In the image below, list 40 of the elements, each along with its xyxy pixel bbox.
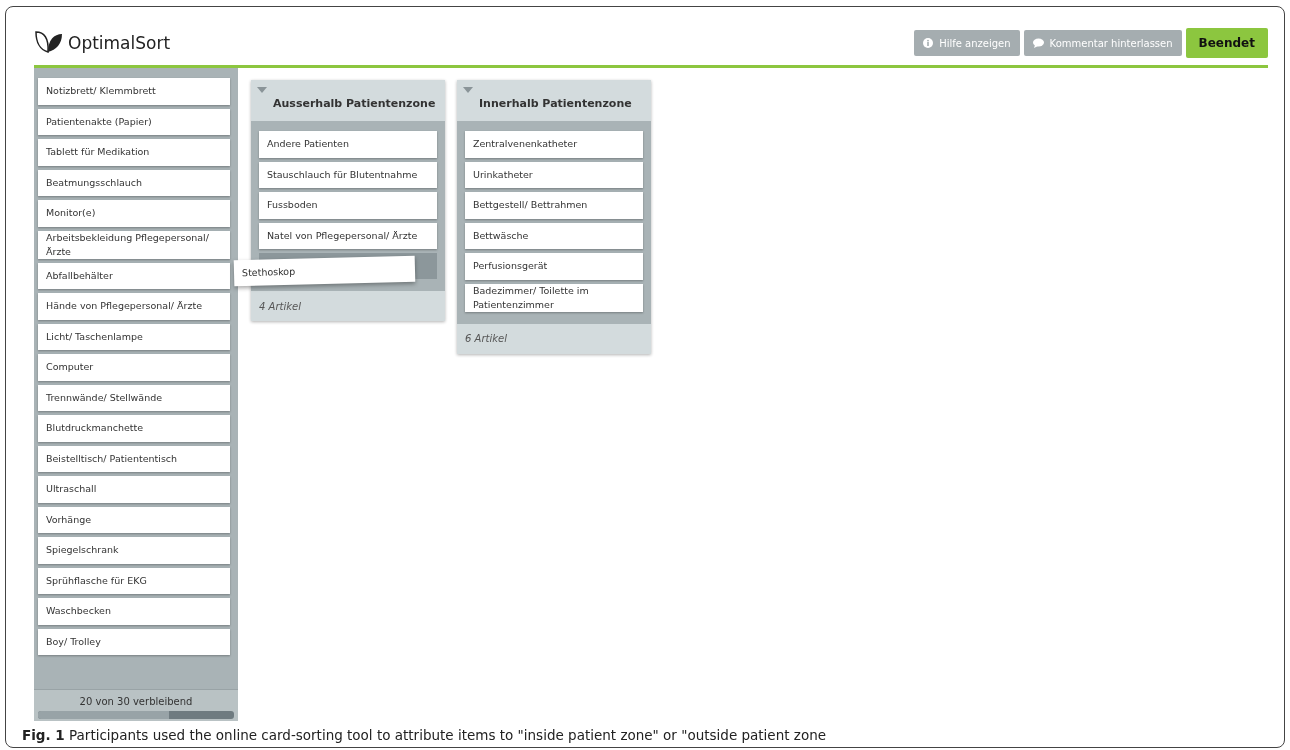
collapse-icon[interactable] (463, 87, 473, 93)
item-count: 4 Artikel (259, 300, 301, 312)
app-name: OptimalSort (68, 33, 171, 53)
item-count: 6 Artikel (465, 333, 507, 344)
figure-caption: Fig. 1 Participants used the online card-sorting tool to attribute items to "inside patient zone" or "outside patient zone (22, 727, 828, 743)
sort-card[interactable]: Tablett für Medikation (38, 139, 230, 166)
sort-card[interactable]: Patientenakte (Papier) (38, 108, 230, 135)
sort-card[interactable]: Badezimmer/ Toilette im Patientenzimmer (465, 283, 643, 312)
sort-card[interactable]: Boy/ Trolley (38, 628, 230, 655)
sort-card[interactable]: Hände von Pflegepersonal/ Ärzte (38, 293, 230, 320)
collapse-icon[interactable] (257, 87, 267, 93)
remaining-count: 20 von 30 verbleibend (79, 696, 193, 707)
sort-card[interactable]: Beistelltisch/ Patiententisch (38, 445, 230, 472)
header-button[interactable]: Beendet (1185, 28, 1268, 58)
sort-card[interactable]: Blutdruckmanchette (38, 415, 230, 442)
sort-card[interactable]: Beatmungsschlauch (38, 169, 230, 196)
speech-bubble-icon (1032, 38, 1044, 48)
sort-card[interactable]: Ultraschall (38, 476, 230, 503)
sort-card[interactable]: Waschbecken (38, 598, 230, 625)
sort-card[interactable]: Vorhänge (38, 506, 230, 533)
sort-card[interactable]: Bettwäsche (465, 222, 643, 249)
sort-card[interactable]: Andere Patienten (259, 131, 437, 158)
sort-card[interactable]: Sprühflasche für EKG (38, 567, 230, 594)
sort-card[interactable]: Notizbrett/ Klemmbrett (38, 78, 230, 105)
sort-card[interactable]: Spiegelschrank (38, 537, 230, 564)
sort-card[interactable]: Natel von Pflegepersonal/ Ärzte (259, 222, 437, 249)
sort-card[interactable]: Perfusionsgerät (465, 253, 643, 280)
sort-card[interactable]: Bettgestell/ Bettrahmen (465, 192, 643, 219)
sort-card[interactable]: Abfallbehälter (38, 262, 230, 289)
leaf-logo-icon (34, 30, 64, 56)
sort-card[interactable]: Fussboden (259, 192, 437, 219)
sort-card[interactable]: Trennwände/ Stellwände (38, 384, 230, 411)
sort-card[interactable]: Monitor(e) (38, 200, 230, 227)
sort-card[interactable]: Zentralvenenkatheter (465, 131, 643, 158)
sort-card[interactable]: Computer (38, 354, 230, 381)
sort-card[interactable]: Urinkatheter (465, 161, 643, 188)
sort-card[interactable]: Licht/ Taschenlampe (38, 323, 230, 350)
info-icon (923, 38, 934, 48)
sort-card[interactable]: Arbeitsbekleidung Pflegepersonal/ Ärzte (38, 230, 230, 259)
sort-card[interactable]: Stauschlauch für Blutentnahme (259, 161, 437, 188)
